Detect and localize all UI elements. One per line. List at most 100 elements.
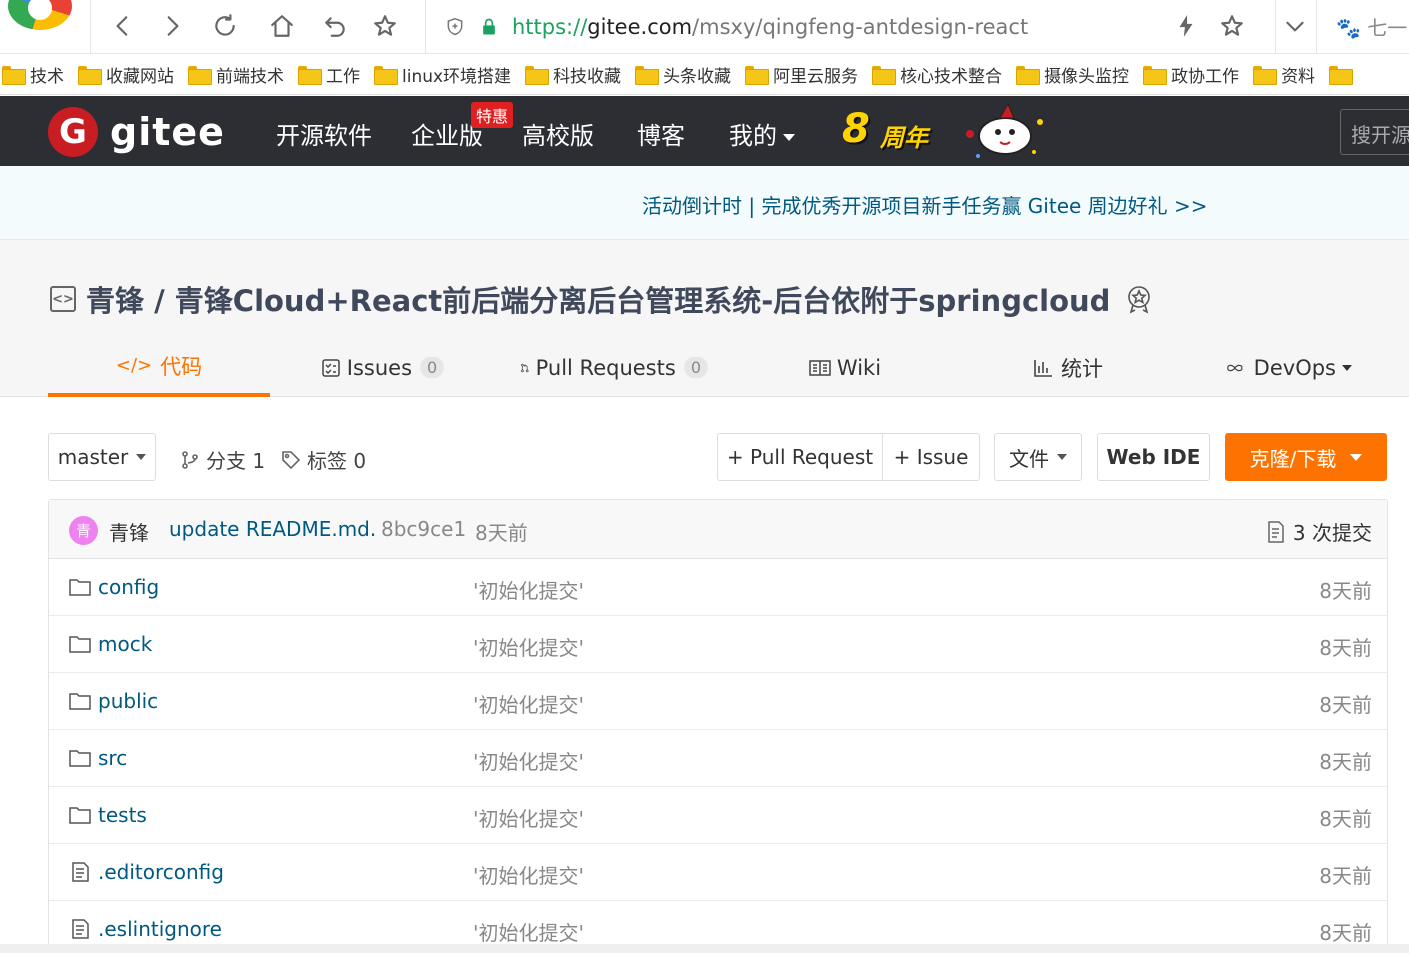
- file-name[interactable]: .editorconfig: [98, 860, 224, 884]
- home-icon[interactable]: [266, 10, 298, 42]
- commit-message[interactable]: update README.md.: [169, 517, 376, 541]
- branch-icon: [182, 450, 198, 469]
- bookmark-folder[interactable]: 资料: [1253, 62, 1315, 87]
- bookmark-label: 资料: [1281, 67, 1316, 87]
- avatar[interactable]: 青: [69, 516, 98, 545]
- latest-commit-row: 青 青锋 update README.md. 8bc9ce1 8天前 3 次提交: [49, 500, 1387, 559]
- nav-education[interactable]: 高校版: [522, 116, 594, 151]
- lightning-icon[interactable]: [1170, 10, 1202, 42]
- reload-icon[interactable]: [209, 10, 241, 42]
- new-pull-request-button[interactable]: + Pull Request: [717, 433, 883, 481]
- bookmark-folder[interactable]: 科技收藏: [525, 62, 621, 87]
- folder-icon: [374, 66, 398, 85]
- tab-code[interactable]: </> 代码: [48, 338, 270, 397]
- activity-banner: 活动倒计时 | 完成优秀开源项目新手任务赢 Gitee 周边好礼 >>: [0, 166, 1409, 240]
- project-title-text[interactable]: 青锋 / 青锋Cloud+React前后端分离后台管理系统-后台依附于sprin…: [86, 278, 1110, 320]
- tab-stats[interactable]: 统计: [1028, 338, 1108, 397]
- mascot-icon: [966, 104, 1043, 158]
- bookmark-star-icon[interactable]: [369, 10, 401, 42]
- commit-count-link[interactable]: 3 次提交: [1267, 517, 1372, 546]
- file-row[interactable]: public '初始化提交' 8天前: [49, 673, 1387, 730]
- forward-icon[interactable]: [156, 10, 188, 42]
- tab-wiki[interactable]: Wiki: [805, 338, 885, 397]
- file-commit-message[interactable]: '初始化提交': [473, 689, 584, 718]
- bookmark-folder[interactable]: 技术: [2, 62, 64, 87]
- file-row[interactable]: config '初始化提交' 8天前: [49, 559, 1387, 616]
- search-engine-box[interactable]: 🐾 七一: [1336, 12, 1407, 41]
- folder-icon: [635, 66, 660, 85]
- activity-link[interactable]: 活动倒计时 | 完成优秀开源项目新手任务赢 Gitee 周边好礼 >>: [642, 190, 1208, 219]
- file-commit-time: 8天前: [1319, 636, 1372, 660]
- file-name[interactable]: tests: [98, 803, 147, 827]
- file-commit-message[interactable]: '初始化提交': [473, 860, 584, 889]
- tab-devops-label: DevOps: [1253, 355, 1336, 380]
- nav-blog[interactable]: 博客: [637, 116, 685, 151]
- folder-icon: [1143, 66, 1168, 85]
- file-name[interactable]: src: [98, 746, 127, 770]
- tab-devops[interactable]: DevOps: [1226, 338, 1352, 397]
- new-issue-button[interactable]: + Issue: [882, 433, 980, 481]
- chevron-down-icon[interactable]: [1279, 10, 1311, 42]
- tab-pull-requests[interactable]: Pull Requests 0: [520, 338, 708, 397]
- file-row[interactable]: .editorconfig '初始化提交' 8天前: [49, 844, 1387, 901]
- gitee-logo-text: gitee: [110, 110, 225, 154]
- anniversary-banner[interactable]: 8 周年: [842, 104, 1062, 162]
- file-row[interactable]: tests '初始化提交' 8天前: [49, 787, 1387, 844]
- url-host: gitee.com: [587, 15, 693, 39]
- tags-link[interactable]: 标签 0: [281, 445, 366, 474]
- file-commit-message[interactable]: '初始化提交': [473, 803, 584, 832]
- page-bottom-edge: [0, 944, 1409, 953]
- tab-issues[interactable]: Issues 0: [320, 338, 445, 397]
- bookmark-folder[interactable]: 核心技术整合: [872, 62, 1002, 87]
- commit-author[interactable]: 青锋: [109, 517, 149, 546]
- file-commit-message[interactable]: '初始化提交': [473, 746, 584, 775]
- undo-icon[interactable]: [319, 10, 351, 42]
- recommended-badge-icon[interactable]: [1124, 284, 1154, 314]
- commit-sha[interactable]: 8bc9ce1: [381, 517, 466, 541]
- file-menu-label: 文件: [1009, 446, 1049, 471]
- clone-download-button[interactable]: 克隆/下载: [1225, 433, 1387, 481]
- folder-icon: [69, 577, 91, 597]
- file-name[interactable]: .eslintignore: [98, 917, 222, 941]
- commit-count-label: 3 次提交: [1292, 521, 1372, 545]
- bookmark-folder[interactable]: 阿里云服务: [745, 62, 858, 87]
- file-commit-message[interactable]: '初始化提交': [473, 917, 584, 946]
- shield-icon[interactable]: [444, 16, 466, 38]
- file-name[interactable]: mock: [98, 632, 152, 656]
- file-name[interactable]: public: [98, 689, 158, 713]
- file-menu-button[interactable]: 文件: [994, 433, 1082, 481]
- site-header: G gitee 开源软件 企业版 特惠 高校版 博客 我的 8 周年 搜开源: [0, 96, 1409, 166]
- bookmark-folder[interactable]: 前端技术: [188, 62, 284, 87]
- bookmarks-bar: 技术 收藏网站 前端技术 工作 linux环境搭建 科技收藏 头条收藏 阿里云服…: [0, 55, 1409, 95]
- bookmark-folder[interactable]: 摄像头监控: [1016, 62, 1129, 87]
- bookmark-folder[interactable]: 工作: [298, 62, 360, 87]
- nav-open-source[interactable]: 开源软件: [276, 116, 372, 151]
- branches-link[interactable]: 分支 1: [180, 445, 265, 474]
- toolbar-divider: [425, 0, 426, 54]
- site-search-input[interactable]: 搜开源: [1340, 109, 1409, 155]
- gitee-logo[interactable]: G gitee: [48, 107, 225, 157]
- bookmark-folder[interactable]: 政协工作: [1143, 62, 1239, 87]
- file-commit-message[interactable]: '初始化提交': [473, 632, 584, 661]
- bookmark-folder[interactable]: 收藏网站: [78, 62, 174, 87]
- back-icon[interactable]: [107, 10, 139, 42]
- file-commit-time: 8天前: [1319, 921, 1372, 945]
- web-ide-button[interactable]: Web IDE: [1097, 433, 1210, 481]
- bookmark-folder[interactable]: 头条收藏: [635, 62, 731, 87]
- favorite-star-icon[interactable]: [1216, 10, 1248, 42]
- file-row[interactable]: mock '初始化提交' 8天前: [49, 616, 1387, 673]
- file-name[interactable]: config: [98, 575, 159, 599]
- caret-down-icon: [136, 454, 147, 460]
- nav-mine[interactable]: 我的: [729, 116, 795, 151]
- bookmark-label: 工作: [326, 67, 360, 87]
- file-row[interactable]: src '初始化提交' 8天前: [49, 730, 1387, 787]
- commit-time: 8天前: [475, 521, 528, 545]
- bookmark-label: 头条收藏: [663, 67, 732, 87]
- address-bar[interactable]: https://gitee.com/msxy/qingfeng-antdesig…: [444, 10, 1274, 44]
- bookmark-folder[interactable]: [1329, 66, 1357, 85]
- folder-icon: [69, 634, 91, 654]
- branch-select[interactable]: master: [48, 433, 156, 481]
- file-commit-message[interactable]: '初始化提交': [473, 575, 584, 604]
- file-commit-time: 8天前: [1319, 864, 1372, 888]
- bookmark-folder[interactable]: linux环境搭建: [374, 62, 511, 87]
